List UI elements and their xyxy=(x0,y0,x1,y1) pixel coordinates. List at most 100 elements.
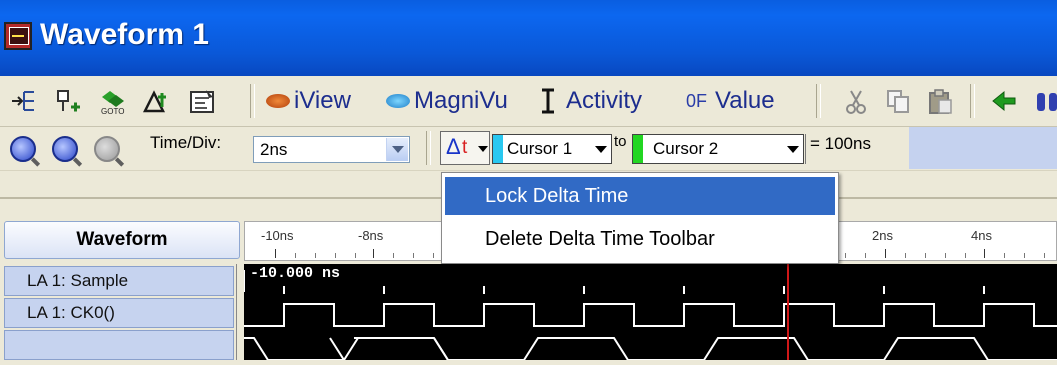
cursor-readout: -10.000 ns xyxy=(250,265,340,282)
delta-time-dropdown-button[interactable]: Δ t xyxy=(440,131,490,165)
toolbar-background-band xyxy=(909,127,1057,169)
find-button[interactable] xyxy=(1034,84,1057,118)
waveform-column-header[interactable]: Waveform xyxy=(4,221,240,259)
toolbar-separator xyxy=(426,131,431,165)
value-icon: 0F xyxy=(686,90,708,111)
activity-label: Activity xyxy=(566,87,643,114)
cursor2-select[interactable]: Cursor 2 xyxy=(632,134,804,164)
magnivu-icon xyxy=(386,94,410,108)
main-toolbar: GOTO iView MagniVu Activity 0F Value xyxy=(0,76,1057,127)
cursor1-select[interactable]: Cursor 1 xyxy=(492,134,612,164)
ruler-tick-label: -8ns xyxy=(358,228,384,243)
cursor2-label: Cursor 2 xyxy=(653,139,719,158)
window-title: Waveform 1 xyxy=(40,18,209,51)
properties-button[interactable] xyxy=(188,84,216,118)
ruler-minor-tick xyxy=(413,253,414,258)
iview-label: iView xyxy=(294,87,351,114)
delta-time-icon xyxy=(142,90,166,113)
goto-icon: GOTO xyxy=(101,91,124,115)
back-button[interactable] xyxy=(990,84,1018,118)
time-div-label: Time/Div: xyxy=(150,133,222,152)
activity-button[interactable]: Activity xyxy=(538,84,642,118)
properties-icon xyxy=(190,90,214,113)
ruler-minor-tick xyxy=(393,253,394,258)
ruler-minor-tick xyxy=(335,253,336,258)
svg-text:GOTO: GOTO xyxy=(101,107,124,115)
copy-button[interactable] xyxy=(884,84,912,118)
toolbar-separator xyxy=(250,84,255,118)
green-left-arrow-icon xyxy=(992,90,1016,112)
ruler-major-tick xyxy=(885,249,886,258)
iview-button[interactable]: iView xyxy=(266,84,351,118)
ruler-minor-tick xyxy=(1044,253,1045,258)
ruler-tick-label: 2ns xyxy=(872,228,893,243)
time-t-icon: t xyxy=(462,137,468,158)
chevron-down-icon xyxy=(787,146,799,153)
delta-time-button[interactable] xyxy=(142,84,170,118)
ruler-major-tick xyxy=(275,249,276,258)
delta-time-menu: Lock Delta Time Delete Delta Time Toolba… xyxy=(441,172,839,264)
ruler-minor-tick xyxy=(433,253,434,258)
ruler-major-tick xyxy=(984,249,985,258)
ruler-minor-tick xyxy=(295,253,296,258)
ruler-minor-tick xyxy=(865,253,866,258)
zoom-fit-icon[interactable] xyxy=(94,136,120,162)
paste-icon xyxy=(929,89,952,114)
waveform-window-icon xyxy=(4,22,32,50)
toolbar-separator xyxy=(816,84,821,118)
chevron-down-icon[interactable] xyxy=(386,138,408,161)
chevron-down-icon xyxy=(595,146,607,153)
bus-trace xyxy=(244,337,1057,361)
value-label: Value xyxy=(715,87,775,114)
waveform-traces: -10.000 ns xyxy=(243,264,1057,361)
insert-waveform-icon xyxy=(12,91,34,111)
zoom-in-icon[interactable] xyxy=(52,136,78,162)
time-div-value: 2ns xyxy=(260,140,288,159)
ruler-minor-tick xyxy=(355,253,356,258)
binoculars-icon xyxy=(1037,93,1057,111)
activity-icon xyxy=(542,88,554,114)
chevron-down-icon xyxy=(478,146,488,152)
cut-button[interactable] xyxy=(842,84,870,118)
goto-button[interactable]: GOTO xyxy=(98,84,126,118)
to-label: to xyxy=(614,133,627,150)
delta-icon: Δ xyxy=(446,134,461,159)
cut-icon xyxy=(846,90,866,114)
ruler-minor-tick xyxy=(925,253,926,258)
ck0-trace xyxy=(244,303,1057,327)
ruler-minor-tick xyxy=(965,253,966,258)
copy-icon xyxy=(887,90,909,113)
ruler-minor-tick xyxy=(945,253,946,258)
paste-button[interactable] xyxy=(926,84,954,118)
time-div-select[interactable]: 2ns xyxy=(253,136,410,163)
menu-item-lock-delta-time[interactable]: Lock Delta Time xyxy=(445,177,835,215)
cursor2-color-swatch xyxy=(633,135,643,163)
menu-item-delete-delta-time-toolbar[interactable]: Delete Delta Time Toolbar xyxy=(445,220,835,258)
insert-waveform-button[interactable] xyxy=(10,84,38,118)
ruler-tick-label: -10ns xyxy=(261,228,294,243)
magnivu-label: MagniVu xyxy=(414,87,508,114)
waveform-display[interactable]: -10.000 ns xyxy=(243,264,1057,361)
toolbar-separator xyxy=(970,84,975,118)
signal-row-ck0[interactable]: LA 1: CK0() xyxy=(4,298,234,328)
ruler-minor-tick xyxy=(315,253,316,258)
ruler-minor-tick xyxy=(1024,253,1025,258)
cursor1-color-swatch xyxy=(493,135,503,163)
title-bar: Waveform 1 xyxy=(0,0,1057,76)
delta-time-value: = 100ns xyxy=(805,134,871,164)
add-signal-icon xyxy=(57,90,80,112)
value-button[interactable]: 0F Value xyxy=(686,84,775,118)
add-signal-button[interactable] xyxy=(54,84,82,118)
signal-row-partial[interactable] xyxy=(4,330,234,360)
magnivu-button[interactable]: MagniVu xyxy=(386,84,508,118)
ruler-tick-label: 4ns xyxy=(971,228,992,243)
cursor1-label: Cursor 1 xyxy=(507,139,573,158)
sample-trace xyxy=(243,270,985,294)
ruler-minor-tick xyxy=(1004,253,1005,258)
zoom-out-icon[interactable] xyxy=(10,136,36,162)
signal-row-sample[interactable]: LA 1: Sample xyxy=(4,266,234,296)
ruler-major-tick xyxy=(373,249,374,258)
ruler-minor-tick xyxy=(905,253,906,258)
iview-icon xyxy=(266,94,290,108)
ruler-minor-tick xyxy=(845,253,846,258)
